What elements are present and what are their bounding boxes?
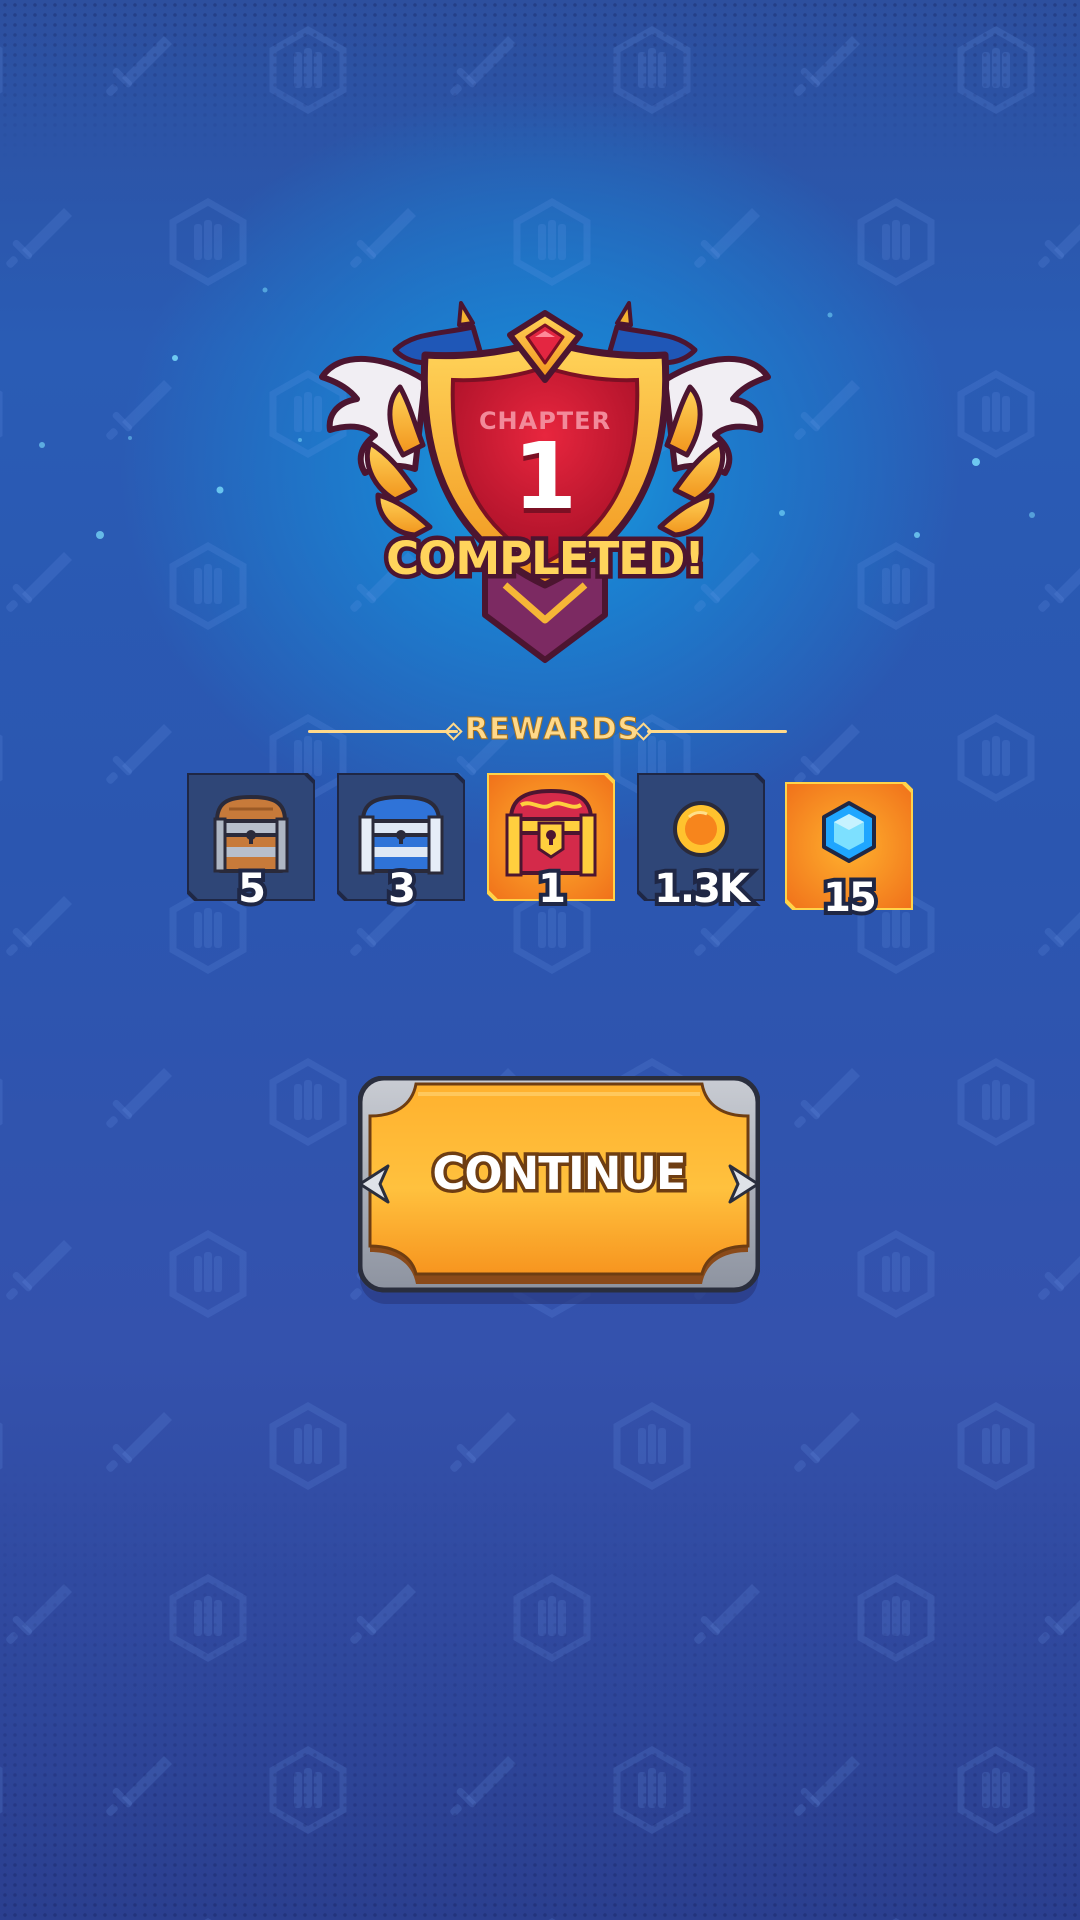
background-hex-emblem-icon xyxy=(961,718,1031,798)
chapter-completed-badge: CHAPTER 1 COMPLETED! xyxy=(315,295,775,670)
rewards-divider-right xyxy=(647,730,787,733)
dot-texture-top xyxy=(0,0,1080,160)
diamond-ornament-icon xyxy=(444,722,463,741)
dot-texture-bottom xyxy=(0,1460,1080,1920)
background-sword-icon xyxy=(4,208,72,270)
background-sword-icon xyxy=(1036,1240,1080,1302)
background-sword-icon xyxy=(4,1240,72,1302)
rewards-title: REWARDS xyxy=(465,712,641,748)
reward-tile-blue-chest[interactable]: 3 xyxy=(337,773,465,915)
gem-icon xyxy=(822,801,876,863)
wooden-chest-icon xyxy=(213,794,289,873)
background-sword-icon xyxy=(1036,552,1080,614)
background-hex-emblem-icon xyxy=(517,202,587,282)
background-sword-icon xyxy=(4,552,72,614)
background-sword-icon xyxy=(4,896,72,958)
chapter-number: 1 xyxy=(512,423,577,530)
reward-count: 5 xyxy=(234,863,270,915)
blue-chest-icon xyxy=(358,794,444,875)
background-sword-icon xyxy=(1036,896,1080,958)
reward-count: 1.3K xyxy=(650,863,754,915)
background-sword-icon xyxy=(792,380,860,442)
reward-count: 15 xyxy=(819,872,881,924)
reward-count: 1 xyxy=(534,863,570,915)
background-hex-emblem-icon xyxy=(961,374,1031,454)
background-hex-emblem-icon xyxy=(173,202,243,282)
rewards-header: REWARDS xyxy=(305,710,787,752)
background-sword-icon xyxy=(104,380,172,442)
completed-text: COMPLETED! xyxy=(382,528,710,590)
continue-button[interactable]: CONTINUE xyxy=(358,1076,760,1306)
background-hex-emblem-icon xyxy=(861,202,931,282)
background-sword-icon xyxy=(792,724,860,786)
background-hex-emblem-icon xyxy=(273,1062,343,1142)
continue-button-label: CONTINUE xyxy=(429,1144,690,1204)
background-hex-emblem-icon xyxy=(861,1234,931,1314)
background-hex-emblem-icon xyxy=(173,1234,243,1314)
background-sword-icon xyxy=(104,1068,172,1130)
background-sword-icon xyxy=(1036,208,1080,270)
reward-tile-red-gold-chest[interactable]: 1 xyxy=(487,773,615,915)
coin-icon xyxy=(673,801,729,857)
background-hex-emblem-icon xyxy=(861,546,931,626)
background-sword-icon xyxy=(104,724,172,786)
background-sword-icon xyxy=(348,208,416,270)
background-hex-emblem-icon xyxy=(961,1062,1031,1142)
reward-tile-gem[interactable]: 15 xyxy=(785,782,913,924)
background-hex-emblem-icon xyxy=(173,546,243,626)
background-sword-icon xyxy=(692,208,760,270)
reward-tile-wooden-chest[interactable]: 5 xyxy=(187,773,315,915)
reward-count: 3 xyxy=(384,863,420,915)
rewards-divider-left xyxy=(308,730,458,733)
reward-tile-coin[interactable]: 1.3K xyxy=(637,773,765,915)
background-sword-icon xyxy=(792,1068,860,1130)
